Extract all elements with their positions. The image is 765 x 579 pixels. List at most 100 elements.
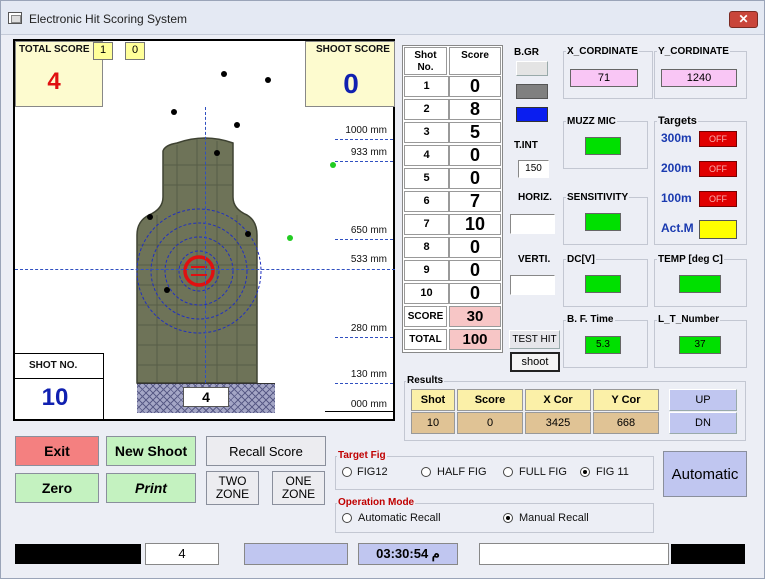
operation-mode-label: Operation Mode: [337, 497, 416, 508]
verti-label: VERTI.: [517, 254, 552, 265]
shoot-button[interactable]: shoot: [510, 352, 560, 372]
status-black-right: [671, 544, 745, 564]
lt-number-value: 37: [679, 336, 721, 354]
shot-no-box: SHOT NO. 10: [15, 353, 103, 419]
targets-label: Targets: [657, 115, 698, 127]
total-score-value: 4: [47, 68, 61, 95]
shot-row-no: 5: [404, 168, 449, 189]
mm-label-1000: 1000 mm: [345, 125, 387, 136]
score-total-value: 30: [449, 306, 501, 327]
mm-label-130: 130 mm: [350, 369, 387, 380]
vertical-guide: [205, 107, 206, 383]
one-zone-button[interactable]: ONE ZONE: [272, 471, 325, 505]
recall-score-button[interactable]: Recall Score: [206, 436, 326, 466]
mm-line-280: [335, 337, 393, 338]
shot-row-score: 10: [449, 214, 501, 235]
shot-row-no: 4: [404, 145, 449, 166]
two-zone-button[interactable]: TWO ZONE: [206, 471, 259, 505]
window-title: Electronic Hit Scoring System: [29, 12, 188, 26]
shot-row-score: 7: [449, 191, 501, 212]
sensitivity-indicator: [585, 213, 621, 231]
fig12-label: FIG12: [357, 466, 388, 478]
manual-recall-radio[interactable]: [503, 513, 513, 523]
hit-marker: [234, 122, 240, 128]
full-fig-label: FULL FIG: [519, 466, 567, 478]
manual-recall-label: Manual Recall: [519, 512, 589, 524]
status-clock: 03:30:54 م: [358, 543, 458, 565]
automatic-recall-label: Automatic Recall: [358, 512, 441, 524]
target-100m-label: 100m: [661, 191, 692, 205]
results-value-ycor: 668: [593, 412, 659, 434]
mm-label-650: 650 mm: [350, 225, 387, 236]
new-shoot-button[interactable]: New Shoot: [106, 436, 196, 466]
target-200m-toggle[interactable]: OFF: [699, 161, 737, 177]
mm-label-000: 000 mm: [350, 399, 387, 410]
total-score-digit-1: 1: [93, 42, 113, 60]
hit-marker-green: [330, 162, 336, 168]
shot-row-no: 10: [404, 283, 449, 304]
mm-line-1000: [335, 139, 393, 140]
muzz-mic-label: MUZZ MIC: [566, 116, 617, 127]
bf-time-label: B. F. Time: [566, 314, 615, 325]
verti-input[interactable]: [510, 275, 555, 295]
automatic-button[interactable]: Automatic: [663, 451, 747, 497]
hit-marker: [147, 214, 153, 220]
print-button[interactable]: Print: [106, 473, 196, 503]
hit-marker: [214, 150, 220, 156]
target-panel: TOTAL SCORE 4 1 0 SHOOT SCORE 0 4 1000 m…: [13, 39, 395, 421]
dc-label: DC[V]: [566, 254, 596, 265]
zero-button[interactable]: Zero: [15, 473, 99, 503]
actm-toggle[interactable]: [699, 220, 737, 239]
hit-marker: [164, 287, 170, 293]
shot-row-score: 8: [449, 99, 501, 120]
automatic-recall-radio[interactable]: [342, 513, 352, 523]
lt-number-label: L_T_Number: [657, 314, 721, 325]
mm-line-933: [335, 161, 393, 162]
target-100m-toggle[interactable]: OFF: [699, 191, 737, 207]
app-icon: [8, 12, 22, 24]
tint-input[interactable]: 150: [518, 160, 549, 178]
actm-label: Act.M: [661, 221, 694, 235]
half-fig-radio[interactable]: [421, 467, 431, 477]
horiz-input[interactable]: [510, 214, 555, 234]
mm-line-130: [335, 383, 393, 384]
total-score-box: TOTAL SCORE 4: [15, 41, 103, 107]
shot-no-border: [103, 353, 104, 419]
shot-no-header: Shot No.: [404, 47, 447, 75]
test-hit-button[interactable]: TEST HIT: [509, 330, 560, 349]
results-header-shot: Shot: [411, 389, 455, 411]
shoot-score-box: SHOOT SCORE 0: [305, 41, 395, 107]
close-button[interactable]: ✕: [729, 11, 758, 28]
x-cordinate-label: X_CORDINATE: [566, 46, 639, 57]
hit-marker: [265, 77, 271, 83]
mm-line-000: [325, 411, 395, 412]
shot-row-score: 0: [449, 145, 501, 166]
fig11-label: FIG 11: [596, 466, 629, 478]
title-bar: Electronic Hit Scoring System ✕: [1, 1, 764, 35]
shot-row-no: 9: [404, 260, 449, 281]
y-cordinate-label: Y_CORDINATE: [657, 46, 730, 57]
mm-label-533: 533 mm: [350, 254, 387, 265]
shot-row-score: 0: [449, 283, 501, 304]
tint-label: T.INT: [513, 140, 539, 151]
shoot-score-label: SHOOT SCORE: [316, 44, 390, 55]
zone-value: 4: [183, 387, 229, 407]
bgr-gray-button[interactable]: [516, 84, 548, 99]
fig12-radio[interactable]: [342, 467, 352, 477]
shot-row-no: 7: [404, 214, 449, 235]
shot-row-no: 3: [404, 122, 449, 143]
fig11-radio[interactable]: [580, 467, 590, 477]
results-dn-button[interactable]: DN: [669, 412, 737, 434]
full-fig-radio[interactable]: [503, 467, 513, 477]
bgr-light-button[interactable]: [516, 61, 548, 76]
bgr-blue-button[interactable]: [516, 107, 548, 122]
results-value-score: 0: [457, 412, 523, 434]
bgr-label: B.GR: [513, 47, 540, 58]
exit-button[interactable]: Exit: [15, 436, 99, 466]
shoot-score-value: 0: [343, 68, 359, 99]
mm-label-933: 933 mm: [350, 147, 387, 158]
shot-row-score: 5: [449, 122, 501, 143]
target-300m-toggle[interactable]: OFF: [699, 131, 737, 147]
shot-row-no: 2: [404, 99, 449, 120]
results-up-button[interactable]: UP: [669, 389, 737, 411]
